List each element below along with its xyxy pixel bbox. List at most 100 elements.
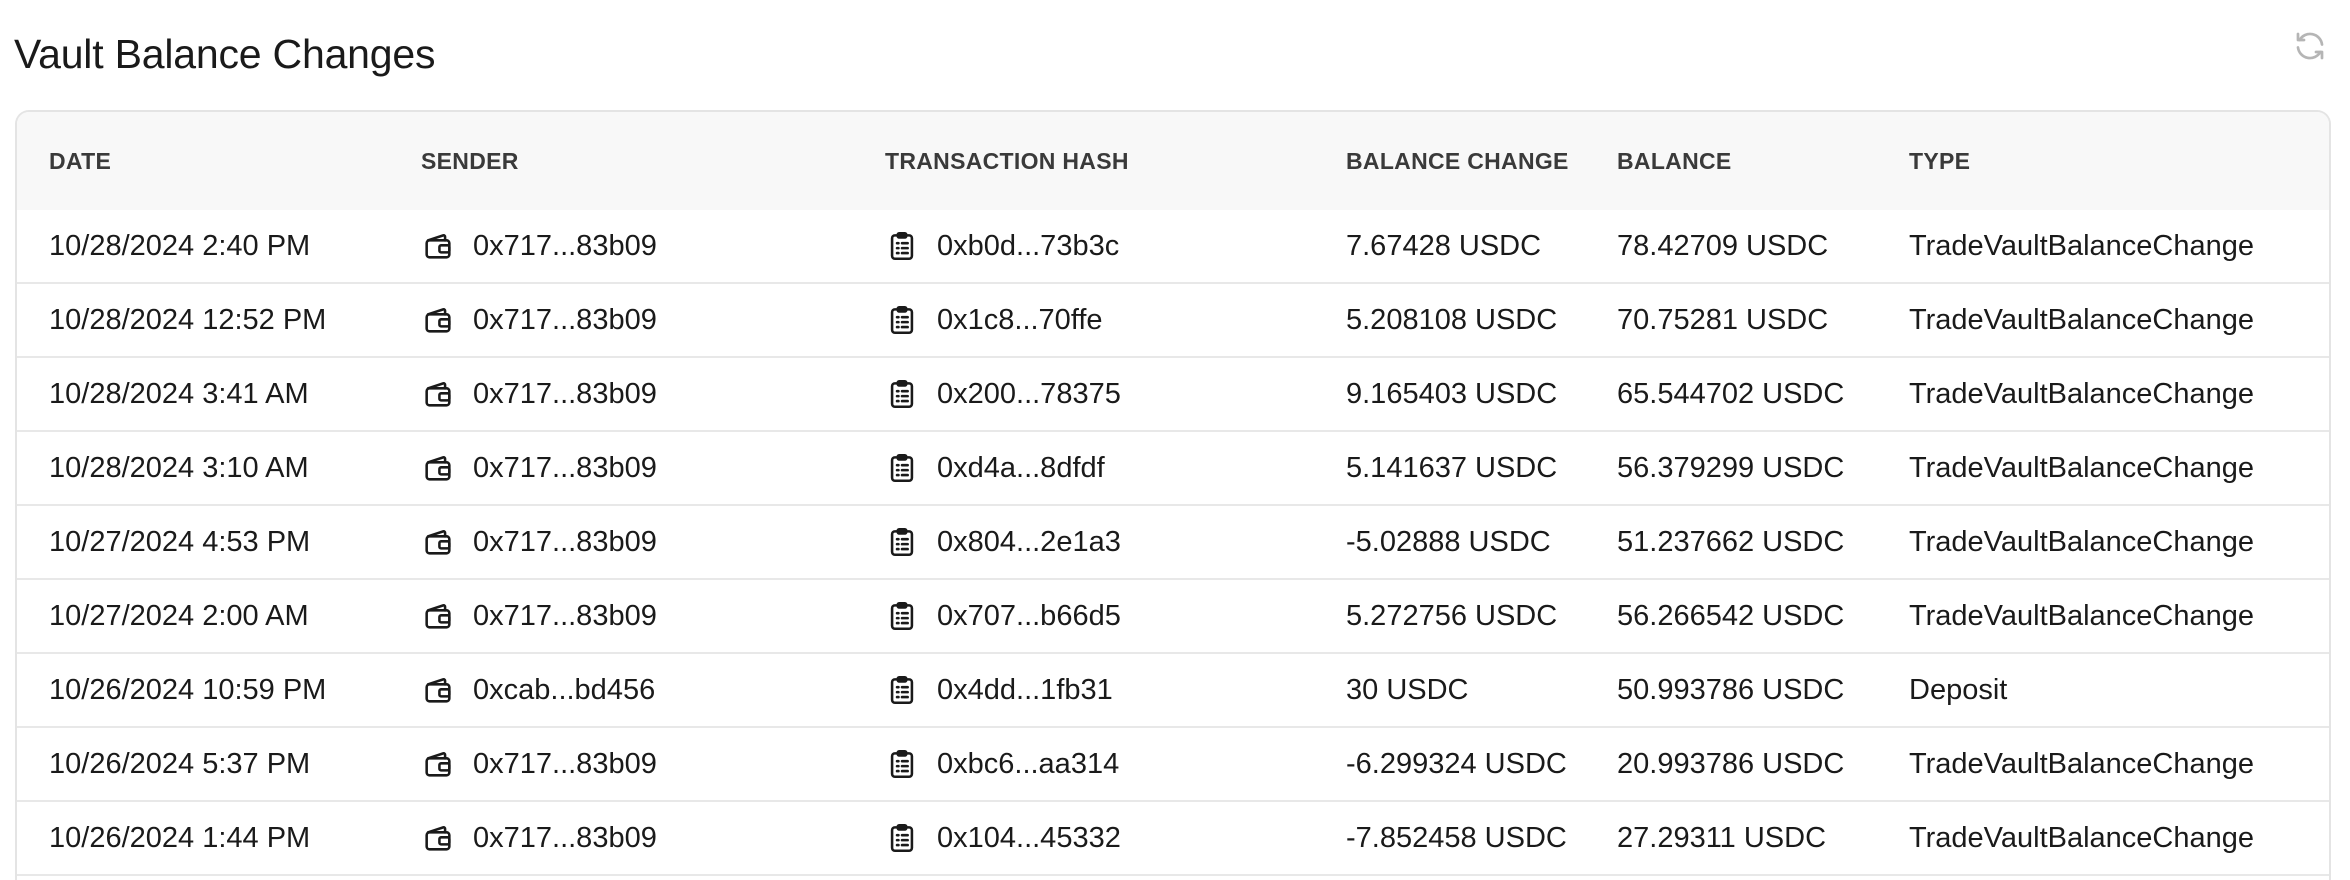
date-cell: 10/26/2024 5:37 PM <box>49 728 310 800</box>
table-row: 10/27/2024 4:53 PM 0x717...83b09 0x804..… <box>17 506 2329 580</box>
hash-cell[interactable]: 0x200...78375 <box>885 358 1121 430</box>
balance-cell: 65.544702 USDC <box>1617 358 1844 430</box>
table-row: 10/28/2024 2:40 PM 0x717...83b09 0xb0d..… <box>17 210 2329 284</box>
column-header-balance-change[interactable]: BALANCE CHANGE <box>1346 148 1569 175</box>
transaction-hash[interactable]: 0xbc6...aa314 <box>937 748 1119 781</box>
wallet-icon <box>421 821 455 855</box>
balance-value: 65.544702 USDC <box>1617 377 1845 410</box>
hash-cell[interactable]: 0x104...45332 <box>885 802 1121 874</box>
sender-address[interactable]: 0x717...83b09 <box>473 526 657 559</box>
balance-cell: 20.993786 USDC <box>1617 728 1844 800</box>
wallet-icon <box>421 303 455 337</box>
sender-cell[interactable]: 0x717...83b09 <box>421 284 657 356</box>
table-body: 10/28/2024 2:40 PM 0x717...83b09 0xb0d..… <box>17 210 2329 876</box>
hash-cell[interactable]: 0xd4a...8dfdf <box>885 432 1105 504</box>
type-cell: TradeVaultBalanceChange <box>1909 284 2254 356</box>
clipboard-list-icon <box>885 525 919 559</box>
column-header-date[interactable]: DATE <box>49 148 111 175</box>
table-header: DATE SENDER TRANSACTION HASH BALANCE CHA… <box>17 112 2329 210</box>
page-header: Vault Balance Changes <box>14 26 2334 82</box>
hash-cell[interactable]: 0xb0d...73b3c <box>885 210 1119 282</box>
hash-cell[interactable]: 0xbc6...aa314 <box>885 728 1119 800</box>
column-header-sender[interactable]: SENDER <box>421 148 519 175</box>
date-cell: 10/28/2024 2:40 PM <box>49 210 310 282</box>
sender-cell[interactable]: 0x717...83b09 <box>421 506 657 578</box>
sender-address[interactable]: 0xcab...bd456 <box>473 674 655 707</box>
date-text: 10/26/2024 5:37 PM <box>49 747 311 780</box>
balance-change-value: 5.272756 USDC <box>1346 599 1558 632</box>
vault-balance-page: Vault Balance Changes DATE SENDER TRANSA… <box>0 0 2350 880</box>
sender-cell[interactable]: 0x717...83b09 <box>421 580 657 652</box>
sender-cell[interactable]: 0x717...83b09 <box>421 358 657 430</box>
hash-cell[interactable]: 0x804...2e1a3 <box>885 506 1121 578</box>
wallet-icon <box>421 451 455 485</box>
wallet-icon <box>421 377 455 411</box>
balance-value: 70.75281 USDC <box>1617 303 1829 336</box>
transaction-hash[interactable]: 0x707...b66d5 <box>937 600 1121 633</box>
balance-cell: 56.266542 USDC <box>1617 580 1844 652</box>
type-value: TradeVaultBalanceChange <box>1909 747 2255 780</box>
transaction-hash[interactable]: 0x1c8...70ffe <box>937 304 1103 337</box>
clipboard-list-icon <box>885 747 919 781</box>
date-text: 10/28/2024 2:40 PM <box>49 229 311 262</box>
wallet-icon <box>421 747 455 781</box>
wallet-icon <box>421 599 455 633</box>
balance-change-cell: -6.299324 USDC <box>1346 728 1567 800</box>
sender-address[interactable]: 0x717...83b09 <box>473 304 657 337</box>
clipboard-list-icon <box>885 451 919 485</box>
balance-change-value: 7.67428 USDC <box>1346 229 1542 262</box>
table-row: 10/26/2024 5:37 PM 0x717...83b09 0xbc6..… <box>17 728 2329 802</box>
transaction-hash[interactable]: 0xb0d...73b3c <box>937 230 1119 263</box>
sender-cell[interactable]: 0x717...83b09 <box>421 728 657 800</box>
refresh-button[interactable] <box>2288 26 2332 70</box>
type-value: TradeVaultBalanceChange <box>1909 525 2255 558</box>
sender-cell[interactable]: 0x717...83b09 <box>421 432 657 504</box>
balance-change-cell: 5.141637 USDC <box>1346 432 1557 504</box>
transaction-hash[interactable]: 0xd4a...8dfdf <box>937 452 1105 485</box>
transaction-hash[interactable]: 0x4dd...1fb31 <box>937 674 1113 707</box>
type-value: TradeVaultBalanceChange <box>1909 303 2255 336</box>
sender-address[interactable]: 0x717...83b09 <box>473 452 657 485</box>
refresh-icon <box>2292 28 2328 69</box>
balance-change-cell: 5.272756 USDC <box>1346 580 1557 652</box>
clipboard-list-icon <box>885 377 919 411</box>
balance-change-cell: 7.67428 USDC <box>1346 210 1541 282</box>
date-cell: 10/27/2024 4:53 PM <box>49 506 310 578</box>
balance-changes-table: DATE SENDER TRANSACTION HASH BALANCE CHA… <box>15 110 2331 880</box>
date-text: 10/28/2024 3:10 AM <box>49 451 309 484</box>
table-row: 10/28/2024 3:10 AM 0x717...83b09 0xd4a..… <box>17 432 2329 506</box>
balance-change-value: -5.02888 USDC <box>1346 525 1551 558</box>
hash-cell[interactable]: 0x707...b66d5 <box>885 580 1121 652</box>
balance-value: 20.993786 USDC <box>1617 747 1845 780</box>
sender-cell[interactable]: 0xcab...bd456 <box>421 654 655 726</box>
transaction-hash[interactable]: 0x200...78375 <box>937 378 1121 411</box>
sender-address[interactable]: 0x717...83b09 <box>473 822 657 855</box>
balance-cell: 51.237662 USDC <box>1617 506 1844 578</box>
balance-value: 50.993786 USDC <box>1617 673 1845 706</box>
column-header-type[interactable]: TYPE <box>1909 148 1970 175</box>
sender-address[interactable]: 0x717...83b09 <box>473 748 657 781</box>
hash-cell[interactable]: 0x1c8...70ffe <box>885 284 1103 356</box>
sender-cell[interactable]: 0x717...83b09 <box>421 802 657 874</box>
column-header-balance[interactable]: BALANCE <box>1617 148 1732 175</box>
type-value: TradeVaultBalanceChange <box>1909 451 2255 484</box>
sender-address[interactable]: 0x717...83b09 <box>473 378 657 411</box>
table-row: 10/26/2024 1:44 PM 0x717...83b09 0x104..… <box>17 802 2329 876</box>
transaction-hash[interactable]: 0x804...2e1a3 <box>937 526 1121 559</box>
hash-cell[interactable]: 0x4dd...1fb31 <box>885 654 1113 726</box>
balance-change-value: -6.299324 USDC <box>1346 747 1567 780</box>
type-value: Deposit <box>1909 673 2008 706</box>
sender-address[interactable]: 0x717...83b09 <box>473 230 657 263</box>
clipboard-list-icon <box>885 673 919 707</box>
type-cell: TradeVaultBalanceChange <box>1909 728 2254 800</box>
column-header-transaction-hash[interactable]: TRANSACTION HASH <box>885 148 1129 175</box>
type-cell: TradeVaultBalanceChange <box>1909 802 2254 874</box>
clipboard-list-icon <box>885 599 919 633</box>
sender-cell[interactable]: 0x717...83b09 <box>421 210 657 282</box>
balance-value: 51.237662 USDC <box>1617 525 1845 558</box>
clipboard-list-icon <box>885 821 919 855</box>
sender-address[interactable]: 0x717...83b09 <box>473 600 657 633</box>
transaction-hash[interactable]: 0x104...45332 <box>937 822 1121 855</box>
balance-change-cell: 30 USDC <box>1346 654 1469 726</box>
balance-value: 56.266542 USDC <box>1617 599 1845 632</box>
